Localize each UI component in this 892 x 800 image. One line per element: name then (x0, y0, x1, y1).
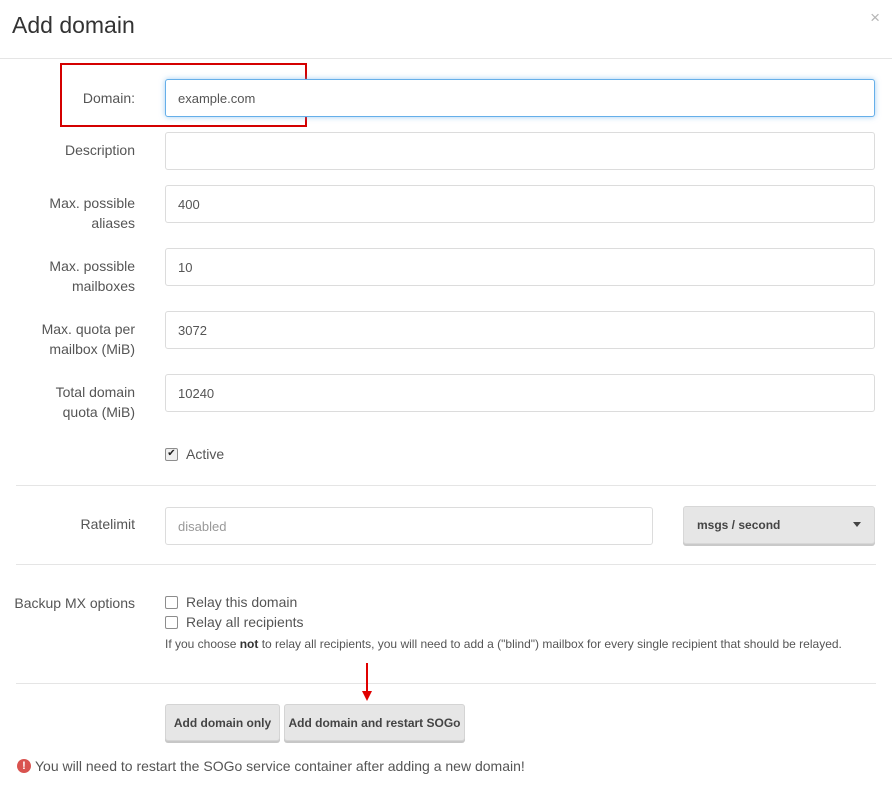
active-checkbox-row[interactable]: ✔ Active (165, 446, 224, 462)
caret-down-icon (853, 522, 861, 527)
domain-label: Domain: (82, 90, 135, 106)
max-mailboxes-input[interactable] (165, 248, 875, 286)
total-quota-label-line2: quota (MiB) (62, 404, 135, 420)
relay-domain-checkbox[interactable] (165, 595, 178, 609)
add-domain-restart-sogo-button[interactable]: Add domain and restart SOGo (284, 704, 465, 741)
ratelimit-label: Ratelimit (80, 516, 135, 532)
quota-label: Max. quota per mailbox (MiB) (42, 319, 135, 359)
ratelimit-unit-select[interactable]: msgs / second (683, 506, 875, 544)
total-quota-input[interactable] (165, 374, 875, 412)
mailboxes-label-line2: mailboxes (71, 278, 135, 294)
active-checkbox[interactable]: ✔ (165, 447, 178, 461)
modal-title: Add domain (12, 12, 135, 38)
mailboxes-label: Max. possible mailboxes (49, 256, 135, 296)
aliases-label-line1: Max. possible (49, 195, 135, 211)
help-text-bold: not (239, 637, 259, 651)
divider (16, 485, 876, 486)
mailboxes-label-line1: Max. possible (49, 258, 135, 274)
backup-mx-label: Backup MX options (14, 595, 135, 611)
domain-input[interactable] (165, 79, 875, 117)
annotation-arrow-line (366, 663, 368, 693)
modal-header: Add domain × (0, 0, 892, 59)
add-domain-only-button[interactable]: Add domain only (165, 704, 280, 741)
description-label: Description (64, 142, 135, 158)
quota-label-line1: Max. quota per (41, 321, 135, 337)
ratelimit-unit-value: msgs / second (697, 518, 781, 532)
ratelimit-input[interactable] (165, 507, 653, 545)
total-quota-label-line1: Total domain (55, 384, 135, 400)
relay-domain-label: Relay this domain (186, 594, 298, 610)
aliases-label: Max. possible aliases (49, 193, 135, 233)
max-aliases-input[interactable] (165, 185, 875, 223)
divider (16, 564, 876, 565)
description-input[interactable] (165, 132, 875, 170)
relay-domain-row[interactable]: Relay this domain (165, 594, 297, 610)
restart-warning: ! You will need to restart the SOGo serv… (17, 758, 525, 774)
quota-label-line2: mailbox (MiB) (49, 341, 135, 357)
annotation-arrow-head-icon (362, 691, 372, 701)
close-icon[interactable]: × (870, 9, 880, 26)
aliases-label-line2: aliases (91, 215, 135, 231)
max-quota-input[interactable] (165, 311, 875, 349)
relay-all-label: Relay all recipients (186, 614, 304, 630)
total-quota-label: Total domain quota (MiB) (56, 382, 135, 422)
divider (16, 683, 876, 684)
help-text-pre: If you choose (165, 637, 240, 651)
restart-warning-text: You will need to restart the SOGo servic… (35, 758, 525, 774)
exclamation-circle-icon: ! (17, 759, 31, 773)
relay-all-row[interactable]: Relay all recipients (165, 614, 304, 630)
help-text-post: to relay all recipients, you will need t… (258, 637, 842, 651)
relay-all-checkbox[interactable] (165, 615, 178, 629)
relay-help-text: If you choose not to relay all recipient… (165, 637, 842, 651)
active-label: Active (186, 446, 225, 462)
